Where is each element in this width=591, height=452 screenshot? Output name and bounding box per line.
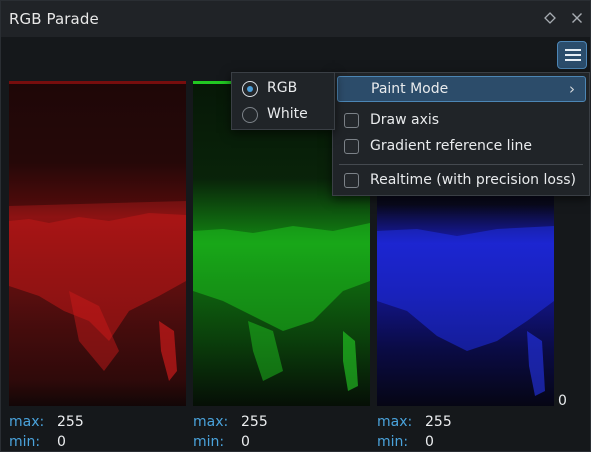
diamond-icon[interactable] bbox=[540, 8, 560, 28]
menu-item-label: Paint Mode bbox=[371, 81, 449, 97]
rgb-radio[interactable] bbox=[242, 81, 258, 97]
realtime-checkbox[interactable] bbox=[344, 173, 359, 188]
paint-mode-submenu: RGB White bbox=[231, 72, 335, 130]
blue-min-label: min: bbox=[377, 434, 409, 450]
menu-item-label: Realtime (with precision loss) bbox=[370, 172, 576, 188]
menu-item-label: Draw axis bbox=[370, 112, 440, 128]
context-menu: Paint Mode › Draw axis Gradient referenc… bbox=[332, 72, 590, 196]
window-title: RGB Parade bbox=[9, 10, 99, 28]
hamburger-menu-icon[interactable] bbox=[557, 41, 587, 69]
red-max-label: max: bbox=[9, 414, 45, 430]
menu-item-label: Gradient reference line bbox=[370, 138, 532, 154]
menu-item-realtime[interactable]: Realtime (with precision loss) bbox=[337, 168, 586, 194]
green-max-label: max: bbox=[193, 414, 229, 430]
radio-label: White bbox=[267, 106, 308, 122]
blue-min-value: 0 bbox=[425, 434, 434, 450]
blue-max-value: 255 bbox=[425, 414, 452, 430]
paint-mode-option-rgb[interactable]: RGB bbox=[238, 77, 330, 101]
blue-max-label: max: bbox=[377, 414, 413, 430]
rgb-parade-window: RGB Parade 0 max: 255 min: 0 max: 255 mi… bbox=[0, 0, 591, 452]
axis-zero-label: 0 bbox=[558, 393, 567, 409]
menu-item-gradient-reference-line[interactable]: Gradient reference line bbox=[337, 134, 586, 160]
green-max-value: 255 bbox=[241, 414, 268, 430]
title-bar[interactable]: RGB Parade bbox=[1, 1, 590, 37]
close-icon[interactable] bbox=[567, 8, 587, 28]
menu-item-paint-mode[interactable]: Paint Mode › bbox=[337, 76, 586, 102]
draw-axis-checkbox[interactable] bbox=[344, 113, 359, 128]
red-max-value: 255 bbox=[57, 414, 84, 430]
menu-item-draw-axis[interactable]: Draw axis bbox=[337, 108, 586, 134]
red-min-label: min: bbox=[9, 434, 41, 450]
white-radio[interactable] bbox=[242, 107, 258, 123]
radio-label: RGB bbox=[267, 80, 298, 96]
red-channel-waveform bbox=[9, 81, 186, 406]
green-min-value: 0 bbox=[241, 434, 250, 450]
chevron-right-icon: › bbox=[569, 80, 575, 98]
menu-separator bbox=[339, 164, 583, 165]
paint-mode-option-white[interactable]: White bbox=[238, 103, 330, 127]
green-min-label: min: bbox=[193, 434, 225, 450]
gradient-reference-line-checkbox[interactable] bbox=[344, 139, 359, 154]
red-min-value: 0 bbox=[57, 434, 66, 450]
